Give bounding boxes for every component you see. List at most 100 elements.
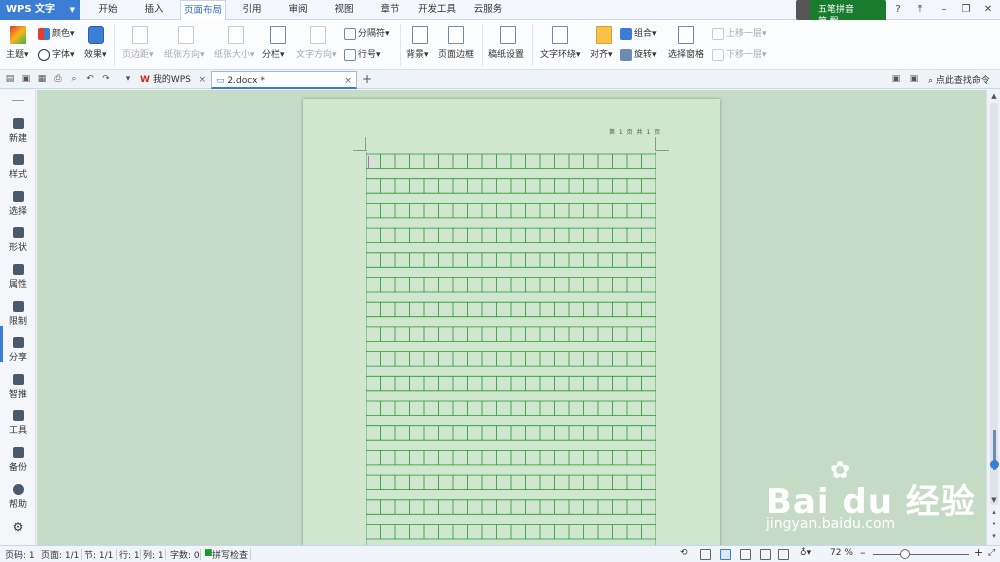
minimize-icon[interactable]: – (936, 2, 952, 18)
app-title: WPS 文字 (6, 4, 56, 15)
sidebar-item-tools[interactable]: 工具 (0, 410, 36, 436)
previous-page-icon[interactable]: ▴ (988, 508, 1000, 518)
background-button[interactable]: 背景▾ (406, 47, 429, 60)
maximize-icon[interactable]: ❐ (958, 2, 974, 18)
zoom-slider-handle[interactable] (900, 549, 910, 559)
tab-home[interactable]: 开始 (90, 0, 126, 20)
status-word-count[interactable]: 字数: 0 (170, 548, 200, 561)
tab-document[interactable]: ▭ 2.docx * × (211, 71, 357, 89)
zoom-slider-handle[interactable] (990, 460, 999, 469)
paper-size-button[interactable]: 纸张大小▾ (214, 47, 255, 60)
reading-mode-icon[interactable] (778, 549, 789, 560)
new-tab-icon[interactable]: + (361, 73, 373, 85)
help-icon[interactable]: ? (890, 2, 906, 18)
close-tab-icon[interactable]: × (344, 72, 352, 90)
outline-view-icon[interactable] (740, 549, 751, 560)
find-command-box[interactable]: ⌕ 点此查找命令 (928, 73, 990, 86)
text-direction-button[interactable]: 文字方向▾ (296, 47, 337, 60)
sidebar-item-help[interactable]: 帮助 (0, 484, 36, 510)
next-page-icon[interactable]: ▾ (988, 532, 1000, 542)
sidebar-item-select[interactable]: 选择 (0, 191, 36, 217)
columns-icon (270, 26, 286, 44)
redo-icon[interactable]: ↷ (100, 73, 112, 85)
sidebar-handle[interactable] (12, 100, 24, 101)
sidebar-item-share[interactable]: 分享 (0, 337, 36, 363)
export-pdf-icon[interactable]: ▦ (36, 73, 48, 85)
document-page[interactable]: 第 1 页 共 1 页 (303, 99, 720, 545)
bring-forward-button[interactable]: 上移一层▾ (712, 26, 767, 40)
print-icon[interactable]: ⎙ (52, 73, 64, 85)
app-menu-button[interactable]: WPS 文字 ▼ (0, 0, 80, 20)
settings-icon[interactable]: ⚙ (0, 520, 36, 534)
customize-quick-access-icon[interactable]: ▾ (122, 73, 134, 85)
wrap-text-button[interactable]: 文字环绕▾ (540, 47, 581, 60)
page-border-button[interactable]: 页面边框 (438, 47, 474, 60)
zoom-slider-track[interactable] (873, 554, 969, 555)
status-section: 节: 1/1 (84, 551, 114, 561)
status-pages: 页面: 1/1 (41, 551, 80, 561)
orientation-button[interactable]: 纸张方向▾ (164, 47, 205, 60)
select-browse-object-icon[interactable]: • (988, 520, 1000, 530)
tab-references[interactable]: 引用 (234, 0, 270, 20)
scroll-up-icon[interactable]: ▲ (988, 92, 1000, 102)
rotate-button[interactable]: 旋转▾ (620, 47, 657, 61)
open-icon[interactable]: ▤ (4, 73, 16, 85)
tab-my-wps[interactable]: W 我的WPS × (136, 71, 210, 89)
manuscript-settings-button[interactable]: 稿纸设置 (488, 47, 524, 60)
font-button[interactable]: 字体▾ (38, 47, 75, 61)
tab-chapter[interactable]: 章节 (372, 0, 408, 20)
sidebar-item-recommend[interactable]: 智推 (0, 374, 36, 400)
send-backward-button[interactable]: 下移一层▾ (712, 47, 767, 61)
share-icon[interactable]: ▣ (908, 73, 920, 85)
close-tab-icon[interactable]: × (198, 71, 206, 89)
sidebar-item-backup[interactable]: 备份 (0, 447, 36, 473)
sidebar-item-style[interactable]: 样式 (0, 154, 36, 180)
undo-icon[interactable]: ↶ (84, 73, 96, 85)
page-view-icon[interactable] (720, 549, 731, 560)
revision-icon[interactable]: ⟲ (680, 548, 688, 558)
vertical-scrollbar[interactable]: ▲ ▼ ▴ • ▾ (986, 90, 1000, 545)
zoom-level[interactable]: 72 % (830, 548, 853, 558)
margins-button[interactable]: 页边距▾ (122, 47, 154, 60)
baidu-watermark: ✿ Bai du 经验 jingyan.baidu.com (758, 456, 988, 540)
separator-icon (344, 27, 356, 40)
tab-view[interactable]: 视图 (326, 0, 362, 20)
theme-button[interactable]: 主题▾ (6, 47, 29, 60)
selection-pane-button[interactable]: 选择窗格 (668, 47, 704, 60)
restore-ribbon-icon[interactable]: ⤒ (912, 2, 928, 18)
sidebar-item-new[interactable]: 新建 (0, 118, 36, 144)
tab-review[interactable]: 审阅 (280, 0, 316, 20)
backup-icon[interactable]: ▣ (890, 73, 902, 85)
sidebar-item-restrict[interactable]: 限制 (0, 301, 36, 327)
eye-protection-icon[interactable]: ♁▾ (800, 548, 811, 558)
separator-button[interactable]: 分隔符▾ (344, 26, 390, 40)
left-sidebar: 新建 样式 选择 形状 属性 限制 分享 智推 工具 备份 帮助 ⚙ (0, 90, 36, 545)
line-number-button[interactable]: 行号▾ (344, 47, 381, 61)
zoom-out-icon[interactable]: – (860, 546, 866, 559)
web-view-icon[interactable] (760, 549, 771, 560)
print-preview-icon[interactable]: ⌕ (68, 73, 80, 85)
group-button[interactable]: 组合▾ (620, 26, 657, 40)
bring-forward-icon (712, 27, 724, 40)
tab-cloud[interactable]: 云服务 (468, 0, 508, 20)
font-icon (38, 48, 50, 61)
zoom-in-icon[interactable]: + (974, 546, 983, 559)
sidebar-item-shape[interactable]: 形状 (0, 227, 36, 253)
manuscript-icon (500, 26, 516, 44)
effect-button[interactable]: 效果▾ (84, 47, 107, 60)
tab-insert[interactable]: 插入 (136, 0, 172, 20)
fit-page-icon[interactable]: ⤢ (988, 548, 995, 558)
full-screen-icon[interactable] (700, 549, 711, 560)
status-column: 列: 1 (143, 551, 164, 561)
close-icon[interactable]: ✕ (980, 2, 996, 18)
tab-developer[interactable]: 开发工具 (414, 0, 460, 20)
tab-page-layout[interactable]: 页面布局 (180, 0, 226, 21)
sidebar-item-properties[interactable]: 属性 (0, 264, 36, 290)
align-button[interactable]: 对齐▾ (590, 47, 613, 60)
manuscript-grid[interactable] (366, 152, 656, 545)
color-button[interactable]: 颜色▾ (38, 26, 75, 40)
save-icon[interactable]: ▣ (20, 73, 32, 85)
scroll-down-icon[interactable]: ▼ (988, 496, 1000, 506)
spell-check-button[interactable]: 拼写检查 (212, 548, 248, 561)
columns-button[interactable]: 分栏▾ (262, 47, 285, 60)
